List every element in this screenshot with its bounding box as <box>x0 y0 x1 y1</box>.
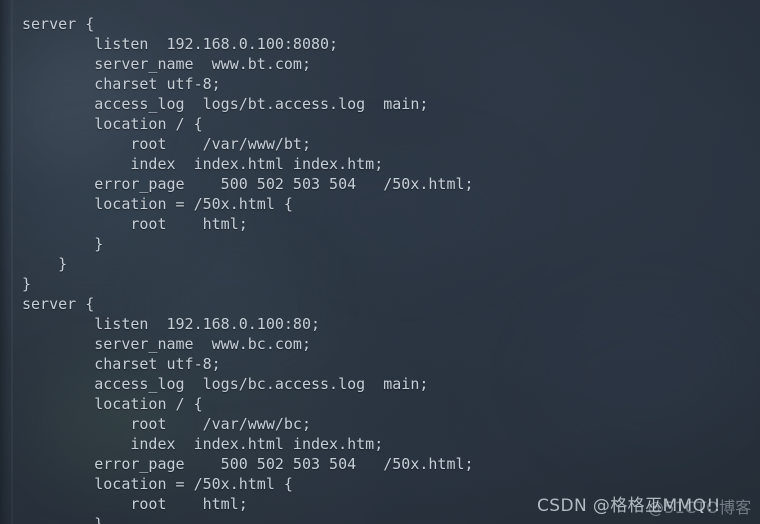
code-line: listen 192.168.0.100:8080; <box>22 35 339 53</box>
code-line: location = /50x.html { <box>22 195 293 213</box>
code-line: server_name www.bc.com; <box>22 335 311 353</box>
code-line: charset utf-8; <box>22 355 221 373</box>
code-line: root html; <box>22 215 248 233</box>
code-line: server { <box>22 295 95 313</box>
code-line: charset utf-8; <box>22 75 221 93</box>
code-line: error_page 500 502 503 504 /50x.html; <box>22 175 474 193</box>
code-line: } <box>22 235 104 253</box>
code-line: index index.html index.htm; <box>22 435 384 453</box>
code-line: listen 192.168.0.100:80; <box>22 315 321 333</box>
terminal-screenshot: server { listen 192.168.0.100:8080; serv… <box>0 0 760 524</box>
code-line: } <box>22 275 32 293</box>
code-line: location / { <box>22 115 203 133</box>
code-line: } <box>22 515 104 524</box>
code-line: location / { <box>22 395 203 413</box>
code-line: index index.html index.htm; <box>22 155 384 173</box>
code-line: root /var/www/bt; <box>22 135 311 153</box>
code-line: location = /50x.html { <box>22 475 293 493</box>
config-code-block[interactable]: server { listen 192.168.0.100:8080; serv… <box>0 14 760 524</box>
code-line: access_log logs/bc.access.log main; <box>22 375 429 393</box>
code-line: server_name www.bt.com; <box>22 55 311 73</box>
code-line: root /var/www/bc; <box>22 415 311 433</box>
code-line: server { <box>22 15 95 33</box>
code-line: } <box>22 255 68 273</box>
code-line: root html; <box>22 495 248 513</box>
code-line: access_log logs/bt.access.log main; <box>22 95 429 113</box>
code-line: error_page 500 502 503 504 /50x.html; <box>22 455 474 473</box>
